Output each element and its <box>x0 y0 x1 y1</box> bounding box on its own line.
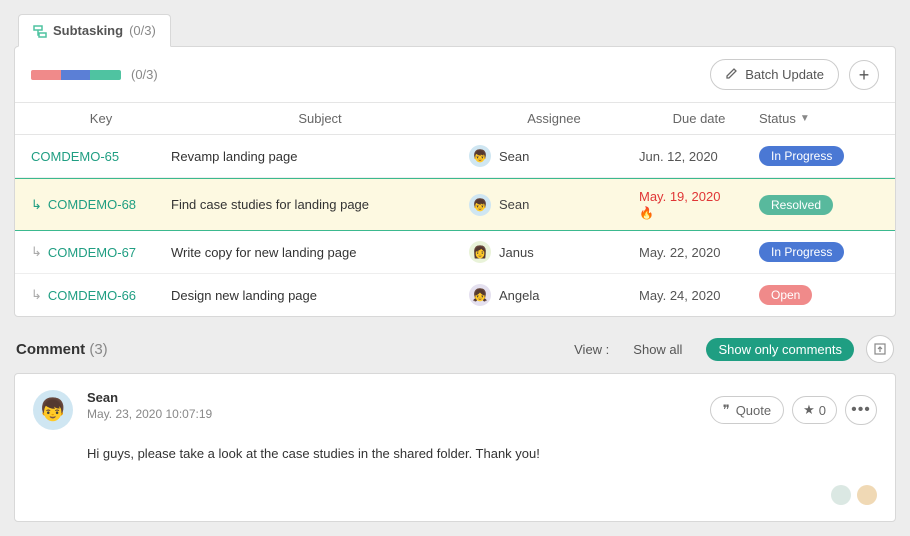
more-button[interactable]: ••• <box>845 395 877 425</box>
col-key[interactable]: Key <box>31 111 171 126</box>
comment-body: Hi guys, please take a look at the case … <box>87 446 877 461</box>
child-arrow-icon: ↳ <box>31 287 42 303</box>
table-row[interactable]: ↳ COMDEMO-67 Write copy for new landing pa… <box>15 231 895 274</box>
issue-key-link[interactable]: COMDEMO-66 <box>48 288 136 303</box>
issue-key-link[interactable]: COMDEMO-68 <box>48 197 136 212</box>
child-arrow-icon: ↳ <box>31 244 42 260</box>
plus-icon: + <box>859 66 870 84</box>
view-label: View : <box>574 342 609 357</box>
status-badge: In Progress <box>759 146 844 166</box>
view-controls: View : Show all Show only comments <box>574 335 894 363</box>
comment-header: 👦 Sean May. 23, 2020 10:07:19 ❞ Quote ★ … <box>33 390 877 430</box>
tab-subtasking[interactable]: Subtasking (0/3) <box>18 14 171 47</box>
avatar: 👦 <box>469 194 491 216</box>
assignee: 👧 Angela <box>469 284 639 306</box>
comment-controls: Comment (3) View : Show all Show only co… <box>16 335 894 363</box>
star-icon: ★ <box>803 402 815 418</box>
table-row[interactable]: ↳ COMDEMO-68 Find case studies for landing… <box>15 178 895 231</box>
panel-actions: Batch Update + <box>710 59 879 90</box>
key-cell: ↳ COMDEMO-66 <box>31 287 171 303</box>
status-cell: Resolved <box>759 195 879 215</box>
subtask-icon <box>33 24 47 38</box>
subject: Revamp landing page <box>171 149 469 164</box>
col-subject[interactable]: Subject <box>171 111 469 126</box>
progress-segment <box>31 70 61 80</box>
due-date: May. 22, 2020 <box>639 245 759 260</box>
key-cell: ↳ COMDEMO-67 <box>31 244 171 260</box>
status-cell: Open <box>759 285 879 305</box>
show-only-comments-button[interactable]: Show only comments <box>706 338 854 361</box>
comment-meta: Sean May. 23, 2020 10:07:19 <box>87 390 696 430</box>
table-body: COMDEMO-65Revamp landing page👦SeanJun. 1… <box>15 135 895 316</box>
assignee-name: Sean <box>499 197 529 212</box>
subtasks-panel: (0/3) Batch Update + Key Subject Assigne… <box>14 46 896 317</box>
mini-avatar[interactable] <box>857 485 877 505</box>
assignee: 👦 Sean <box>469 145 639 167</box>
col-status[interactable]: Status ▼ <box>759 111 879 126</box>
mini-avatar[interactable] <box>831 485 851 505</box>
table-row[interactable]: ↳ COMDEMO-66 Design new landing page👧 Angel… <box>15 274 895 316</box>
key-cell: ↳ COMDEMO-68 <box>31 197 171 213</box>
reaction-avatars <box>33 485 877 505</box>
assignee: 👦 Sean <box>469 194 639 216</box>
due-date: May. 19, 2020🔥 <box>639 189 759 220</box>
avatar: 👦 <box>469 145 491 167</box>
subject: Find case studies for landing page <box>171 197 469 212</box>
quote-icon: ❞ <box>723 402 730 418</box>
issue-key-link[interactable]: COMDEMO-65 <box>31 149 119 164</box>
status-badge: In Progress <box>759 242 844 262</box>
progress: (0/3) <box>31 67 158 82</box>
status-badge: Open <box>759 285 812 305</box>
comment-actions: ❞ Quote ★ 0 ••• <box>710 390 877 430</box>
status-cell: In Progress <box>759 242 879 262</box>
due-date: Jun. 12, 2020 <box>639 149 759 164</box>
quote-button[interactable]: ❞ Quote <box>710 396 784 424</box>
key-cell: COMDEMO-65 <box>31 149 171 164</box>
assignee-name: Angela <box>499 288 539 303</box>
assignee-name: Janus <box>499 245 534 260</box>
table-row[interactable]: COMDEMO-65 Revamp landing page👦 Sean Jun. 1… <box>15 135 895 178</box>
overdue-icon: 🔥 <box>639 206 759 220</box>
assignee-name: Sean <box>499 149 529 164</box>
progress-segment <box>61 70 91 80</box>
subject: Write copy for new landing page <box>171 245 469 260</box>
due-date: May. 24, 2020 <box>639 288 759 303</box>
dots-icon: ••• <box>851 401 871 419</box>
comment-title: Comment (3) <box>16 341 108 358</box>
tab-count: (0/3) <box>129 23 156 38</box>
avatar: 👧 <box>469 284 491 306</box>
status-badge: Resolved <box>759 195 833 215</box>
status-cell: In Progress <box>759 146 879 166</box>
child-arrow-icon: ↳ <box>31 197 42 213</box>
collapse-icon <box>873 342 887 356</box>
progress-bar <box>31 70 121 80</box>
collapse-icon-button[interactable] <box>866 335 894 363</box>
col-due[interactable]: Due date <box>639 111 759 126</box>
avatar: 👩 <box>469 241 491 263</box>
assignee: 👩 Janus <box>469 241 639 263</box>
table-header: Key Subject Assignee Due date Status ▼ <box>15 103 895 135</box>
comment-author: Sean <box>87 390 696 405</box>
progress-segment <box>90 70 121 80</box>
comment-time: May. 23, 2020 10:07:19 <box>87 407 696 421</box>
edit-icon <box>725 66 739 83</box>
panel-header: (0/3) Batch Update + <box>15 47 895 103</box>
sort-desc-icon: ▼ <box>800 113 810 124</box>
col-assignee[interactable]: Assignee <box>469 111 639 126</box>
issue-key-link[interactable]: COMDEMO-67 <box>48 245 136 260</box>
comment-avatar: 👦 <box>33 390 73 430</box>
tab-label: Subtasking <box>53 23 123 38</box>
progress-count: (0/3) <box>131 67 158 82</box>
comment-panel: 👦 Sean May. 23, 2020 10:07:19 ❞ Quote ★ … <box>14 373 896 522</box>
subject: Design new landing page <box>171 288 469 303</box>
batch-update-button[interactable]: Batch Update <box>710 59 839 90</box>
batch-update-label: Batch Update <box>745 67 824 82</box>
star-button[interactable]: ★ 0 <box>792 396 837 424</box>
add-subtask-button[interactable]: + <box>849 60 879 90</box>
show-all-button[interactable]: Show all <box>621 338 694 361</box>
